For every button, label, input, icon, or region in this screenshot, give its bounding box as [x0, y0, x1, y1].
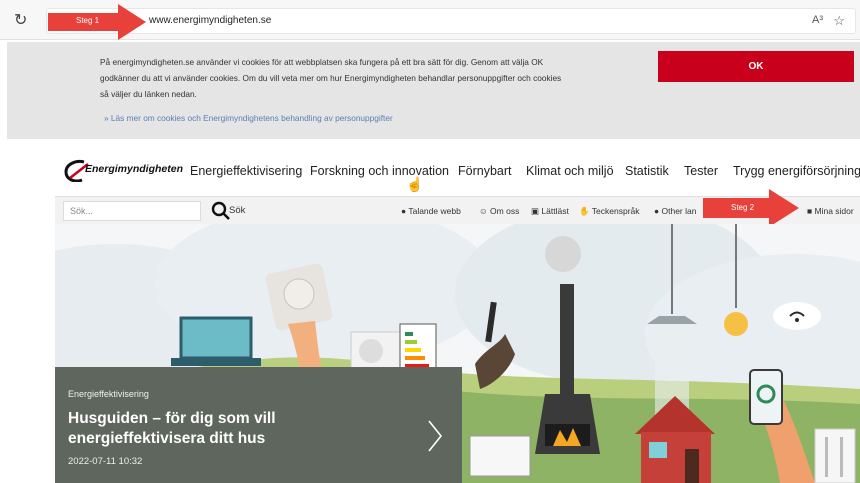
- article-category: Energieffektivisering: [68, 389, 149, 399]
- article-date: 2022-07-11 10:32: [68, 456, 143, 467]
- other-languages-link[interactable]: ● Other lan: [654, 206, 696, 216]
- om-oss-label: Om oss: [490, 206, 520, 216]
- search-input[interactable]: Sök...: [63, 201, 201, 221]
- teckensprak-link[interactable]: ✋ Teckenspråk: [579, 206, 640, 217]
- article-title[interactable]: Husguiden – för dig som vill energieffek…: [68, 409, 328, 449]
- cookie-banner: På energimyndigheten.se använder vi cook…: [7, 42, 860, 139]
- nav-tester[interactable]: Tester: [684, 164, 718, 178]
- nav-klimat[interactable]: Klimat och miljö: [526, 164, 614, 178]
- teckensprak-label: Teckenspråk: [591, 206, 640, 216]
- radiator-illustration: [469, 435, 531, 477]
- mina-sidor-label: Mina sidor: [814, 206, 854, 216]
- search-button-label[interactable]: Sök: [229, 205, 245, 216]
- nav-energieffektivisering[interactable]: Energieffektivisering: [190, 164, 302, 178]
- equalizer-illustration: [814, 428, 856, 483]
- url-text: www.energimyndigheten.se: [149, 15, 272, 26]
- address-bar[interactable]: www.energimyndigheten.se A³ ☆: [46, 8, 856, 34]
- step1-label: Steg 1: [76, 16, 100, 25]
- om-oss-link[interactable]: ☺ Om oss: [479, 206, 519, 216]
- talande-webb-label: Talande webb: [408, 206, 461, 216]
- talande-webb-link[interactable]: ● Talande webb: [401, 206, 461, 216]
- featured-article-card[interactable]: Energieffektivisering Husguiden – för di…: [55, 367, 462, 483]
- cookie-policy-link[interactable]: » Läs mer om cookies och Energimyndighet…: [104, 113, 393, 123]
- nav-forskning[interactable]: Forskning och innovation: [310, 164, 449, 178]
- cookie-text: På energimyndigheten.se använder vi cook…: [100, 57, 562, 99]
- logo-text[interactable]: Energimyndigheten: [85, 163, 183, 175]
- lattlast-label: Lättläst: [541, 206, 569, 216]
- cookie-ok-button[interactable]: OK: [658, 51, 854, 82]
- nav-trygg[interactable]: Trygg energiförsörjning: [733, 164, 860, 178]
- read-aloud-icon[interactable]: A³: [812, 14, 823, 26]
- nav-fornybart[interactable]: Förnybart: [458, 164, 512, 178]
- mina-sidor-link[interactable]: ■ Mina sidor: [807, 206, 854, 216]
- lattlast-link[interactable]: ▣ Lättläst: [531, 206, 569, 217]
- other-languages-label: Other lan: [661, 206, 697, 216]
- nav-statistik[interactable]: Statistik: [625, 164, 669, 178]
- add-favorite-icon[interactable]: ☆: [833, 13, 845, 29]
- wifi-cloud-illustration: [773, 302, 821, 330]
- laptop-illustration: [171, 316, 261, 366]
- hand-cursor-icon: ☝: [406, 176, 424, 192]
- reload-icon[interactable]: ↻: [14, 10, 27, 30]
- chevron-right-icon[interactable]: [427, 419, 443, 453]
- step2-label: Steg 2: [731, 203, 755, 212]
